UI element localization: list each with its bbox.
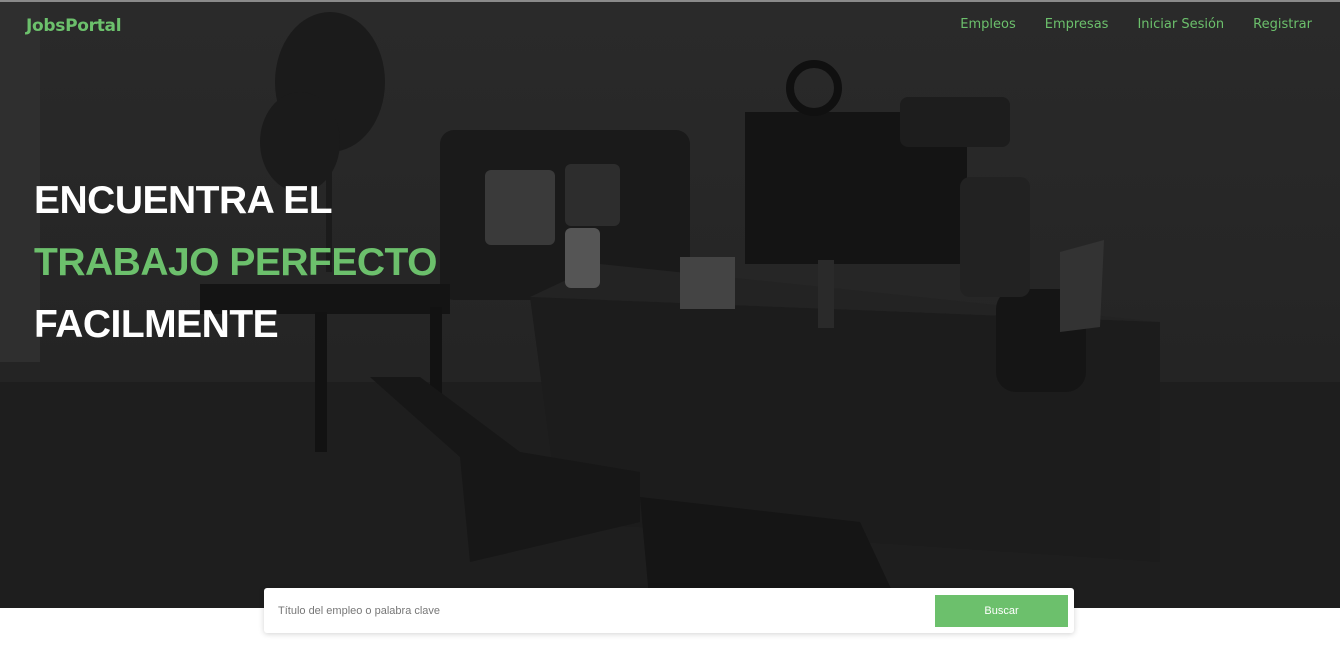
- job-search-input[interactable]: [270, 595, 935, 626]
- main-nav: Empleos Empresas Iniciar Sesión Registra…: [960, 17, 1312, 32]
- search-button[interactable]: Buscar: [935, 594, 1068, 627]
- nav-item-empresas[interactable]: Empresas: [1045, 17, 1109, 32]
- headline-line-2: TRABAJO PERFECTO: [34, 241, 438, 284]
- nav-item-empleos[interactable]: Empleos: [960, 17, 1015, 32]
- nav-item-iniciar-sesion[interactable]: Iniciar Sesión: [1137, 17, 1224, 32]
- headline-line-3: FACILMENTE: [34, 303, 279, 346]
- headline-line-1: ENCUENTRA EL: [34, 179, 333, 222]
- hero-headline: ENCUENTRA EL TRABAJO PERFECTO FACILMENTE: [34, 170, 438, 356]
- hero-section: JobsPortal Empleos Empresas Iniciar Sesi…: [0, 2, 1340, 608]
- nav-item-registrar[interactable]: Registrar: [1253, 17, 1312, 32]
- job-search-bar: Buscar: [264, 588, 1074, 633]
- brand-logo[interactable]: JobsPortal: [26, 16, 122, 36]
